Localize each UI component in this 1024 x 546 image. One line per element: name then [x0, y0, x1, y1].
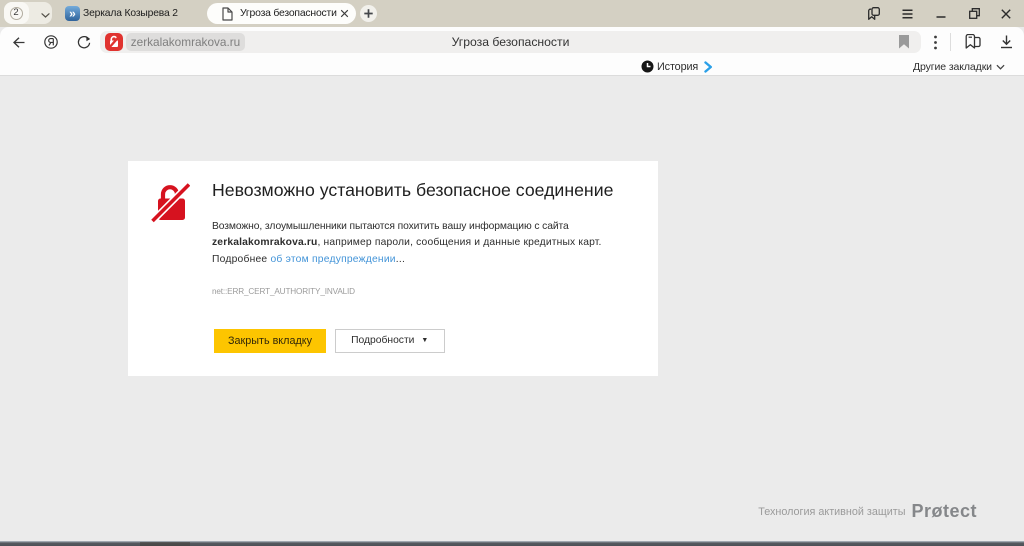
svg-text:»: » [69, 7, 76, 21]
